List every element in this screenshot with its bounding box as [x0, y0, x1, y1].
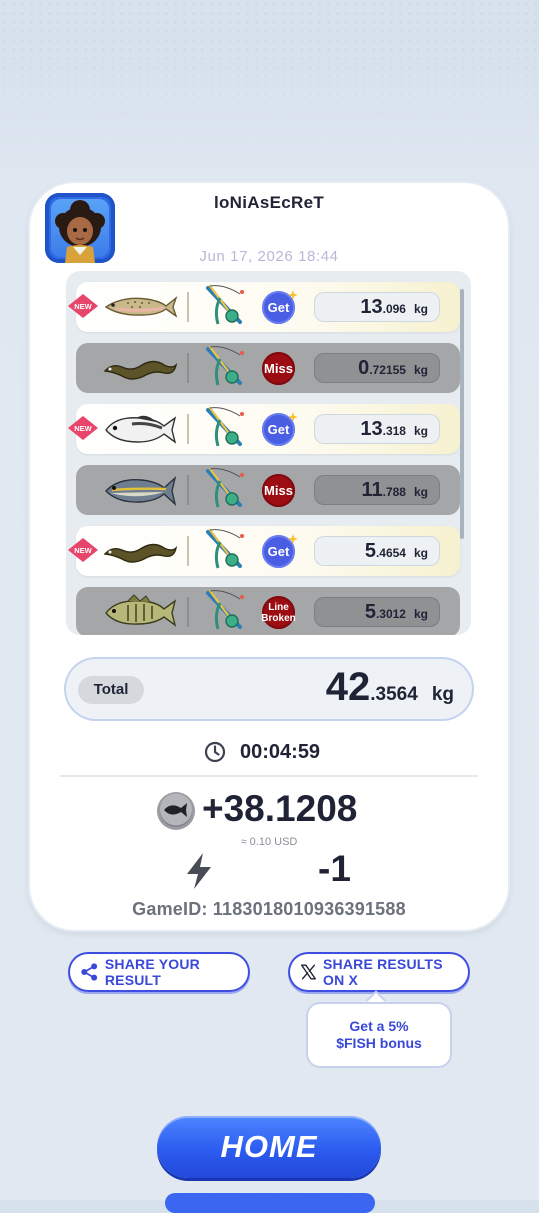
fishing-rod-icon [204, 406, 252, 452]
catch-weight-int: 5 [364, 601, 376, 623]
row-separator [187, 292, 189, 322]
divider [60, 775, 478, 777]
row-separator [187, 353, 189, 383]
bass-icon [102, 593, 178, 631]
catch-weight-int: 11 [361, 479, 383, 501]
home-button-label: HOME [220, 1129, 318, 1164]
result-card: loNiAsEcReT Jun 17, 2026 18:44 NEW Get 13.… [30, 183, 508, 930]
catch-weight-unit: kg [413, 546, 428, 560]
catch-status-badge: Line Broken [261, 596, 296, 629]
new-badge-icon: NEW [68, 538, 98, 562]
energy-change: -1 [318, 848, 351, 889]
trout-icon [102, 288, 178, 326]
catch-weight: 13.096 kg [314, 292, 440, 322]
username: loNiAsEcReT [213, 193, 325, 212]
catch-weight-unit: kg [413, 302, 428, 316]
clock-icon [204, 741, 226, 763]
bonus-tooltip-line1: Get a 5% [349, 1018, 409, 1034]
total-weight: 42 .3564 kg [326, 665, 454, 710]
bonus-tooltip: Get a 5% $FISH bonus [308, 1004, 450, 1066]
catch-row[interactable]: Miss 0.72155 kg [76, 343, 460, 393]
catch-row[interactable]: NEW Get 13.318 kg [68, 404, 460, 454]
catch-list-scrollbar[interactable] [460, 289, 464, 539]
fishing-rod-icon [204, 345, 252, 391]
catch-status-badge: Miss [262, 352, 295, 385]
bonus-tooltip-line2: $FISH bonus [336, 1035, 422, 1051]
new-badge-icon: NEW [68, 294, 98, 318]
catch-weight-int: 5 [364, 540, 376, 562]
catch-weight-dec: .096 [382, 302, 406, 316]
catch-weight-int: 13 [360, 418, 383, 440]
catch-weight-dec: .318 [382, 424, 406, 438]
catch-weight-unit: kg [413, 485, 428, 499]
catch-weight-dec: .3012 [375, 607, 406, 621]
catch-row[interactable]: Miss 11.788 kg [76, 465, 460, 515]
row-separator [187, 597, 189, 627]
grouper-icon [102, 410, 178, 448]
reward-usd: ≈ 0.10 USD [240, 836, 298, 848]
catch-weight-int: 13 [360, 296, 383, 318]
svg-text:NEW: NEW [74, 302, 92, 311]
game-datetime: Jun 17, 2026 18:44 [199, 248, 339, 265]
share-on-x-label: SHARE RESULTS ON X [322, 956, 443, 988]
share-on-x-button[interactable]: SHARE RESULTS ON X [288, 952, 470, 992]
row-separator [187, 475, 189, 505]
catch-weight-int: 0 [358, 357, 370, 379]
share-result-label: SHARE YOUR RESULT [104, 956, 200, 988]
tuna-icon [102, 471, 178, 509]
svg-text:NEW: NEW [74, 546, 92, 555]
total-weight-dec: .3564 [370, 684, 418, 705]
catch-weight-unit: kg [413, 424, 428, 438]
secondary-button-partial[interactable] [165, 1193, 375, 1213]
sparkle-icon [288, 531, 298, 544]
new-badge-icon: NEW [68, 416, 98, 440]
total-weight-box: Total 42 .3564 kg [64, 657, 474, 721]
catch-weight: 13.318 kg [314, 414, 440, 444]
catch-status-badge: Miss [262, 474, 295, 507]
eel-icon [102, 349, 178, 387]
total-label: Total [78, 676, 144, 704]
total-weight-int: 42 [325, 665, 371, 709]
sparkle-icon [288, 409, 298, 422]
catch-row[interactable]: NEW Get 13.096 kg [68, 282, 460, 332]
catch-weight-unit: kg [413, 363, 428, 377]
sparkle-icon [288, 287, 298, 300]
catch-weight: 11.788 kg [314, 475, 440, 505]
game-id: GameID: 1183018010936391588 [132, 899, 406, 919]
share-icon [81, 963, 98, 981]
catch-weight-dec: .4654 [375, 546, 406, 560]
row-separator [187, 536, 189, 566]
fishing-rod-icon [204, 528, 252, 574]
catch-weight-unit: kg [413, 607, 428, 621]
home-button[interactable]: HOME [157, 1116, 381, 1178]
svg-text:NEW: NEW [74, 424, 92, 433]
catch-row[interactable]: NEW Get 5.4654 kg [68, 526, 460, 576]
catch-list[interactable]: NEW Get 13.096 kg Miss 0.72155 kg NEW Get 13.318 k… [66, 271, 471, 635]
total-weight-unit: kg [431, 684, 454, 705]
catch-weight-dec: .788 [382, 485, 406, 499]
catch-weight: 0.72155 kg [314, 353, 440, 383]
share-result-button[interactable]: SHARE YOUR RESULT [68, 952, 250, 992]
row-separator [187, 414, 189, 444]
catch-weight-dec: .72155 [369, 363, 406, 377]
x-logo-icon [301, 964, 316, 980]
eel-icon [102, 532, 178, 570]
catch-weight: 5.4654 kg [314, 536, 440, 566]
fishing-rod-icon [204, 589, 252, 635]
catch-weight: 5.3012 kg [314, 597, 440, 627]
fishing-rod-icon [204, 467, 252, 513]
reward-amount: +38.1208 [202, 788, 358, 829]
elapsed-time: 00:04:59 [240, 741, 321, 763]
fish-token-icon [157, 792, 195, 830]
fishing-rod-icon [204, 284, 252, 330]
catch-row[interactable]: Line Broken 5.3012 kg [76, 587, 460, 635]
energy-bolt-icon [187, 853, 211, 889]
